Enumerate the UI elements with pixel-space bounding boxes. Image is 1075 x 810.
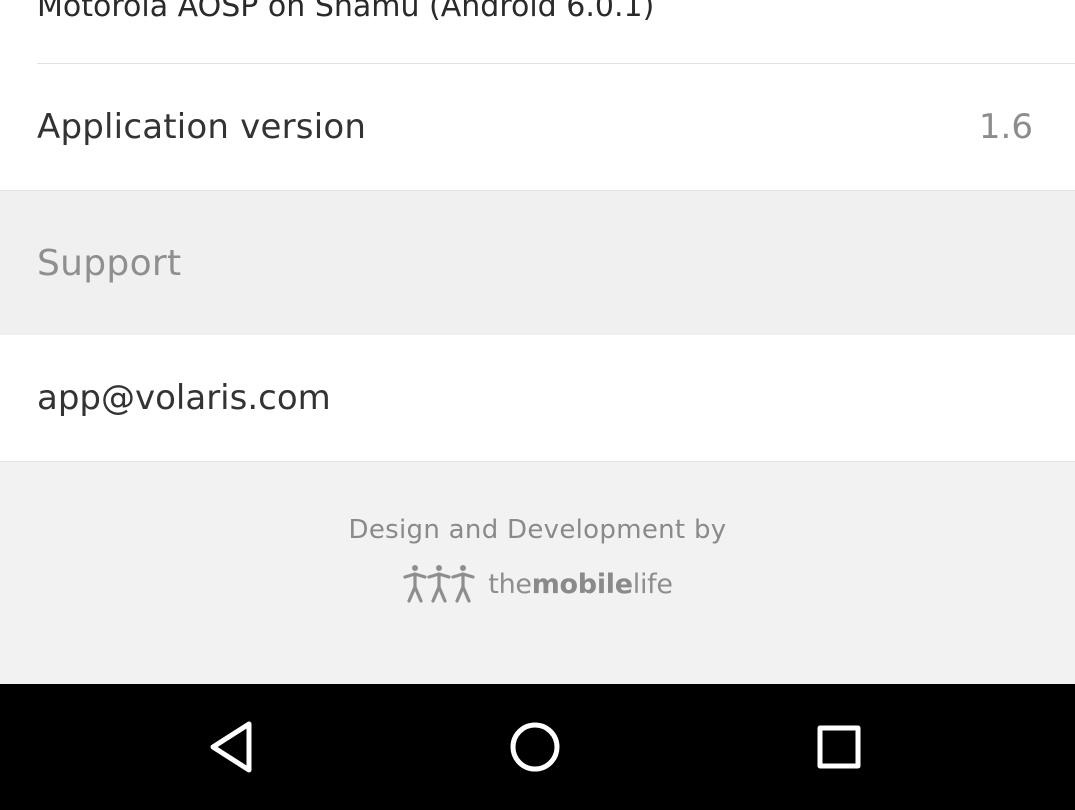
about-screen: Motorola AOSP on Shamu (Android 6.0.1) A… [0, 0, 1075, 810]
developer-brand: themobilelife [0, 563, 1075, 605]
brand-name-part: the [488, 568, 532, 600]
device-info-row: Motorola AOSP on Shamu (Android 6.0.1) [0, 0, 1075, 64]
support-email-link[interactable]: app@volaris.com [37, 378, 331, 418]
brand-name: themobilelife [488, 568, 673, 600]
credit-text: Design and Development by [348, 515, 727, 545]
support-section-header: Support [0, 192, 1075, 335]
support-email-row[interactable]: app@volaris.com [0, 335, 1075, 462]
system-navigation-bar [0, 684, 1075, 810]
recents-square-icon[interactable] [809, 717, 869, 777]
app-version-value: 1.6 [978, 107, 1033, 147]
back-triangle-icon[interactable] [203, 717, 263, 777]
app-version-label: Application version [37, 107, 367, 147]
brand-name-part: mobile [531, 568, 633, 600]
three-people-icon [402, 563, 476, 605]
brand-name-part: life [632, 568, 673, 600]
home-circle-icon[interactable] [505, 717, 565, 777]
app-version-row: Application version 1.6 [0, 64, 1075, 191]
developer-credit-footer: Design and Development by themobilelife [0, 463, 1075, 684]
device-info-label: Motorola AOSP on Shamu (Android 6.0.1) [37, 0, 655, 24]
support-header-label: Support [37, 243, 182, 284]
